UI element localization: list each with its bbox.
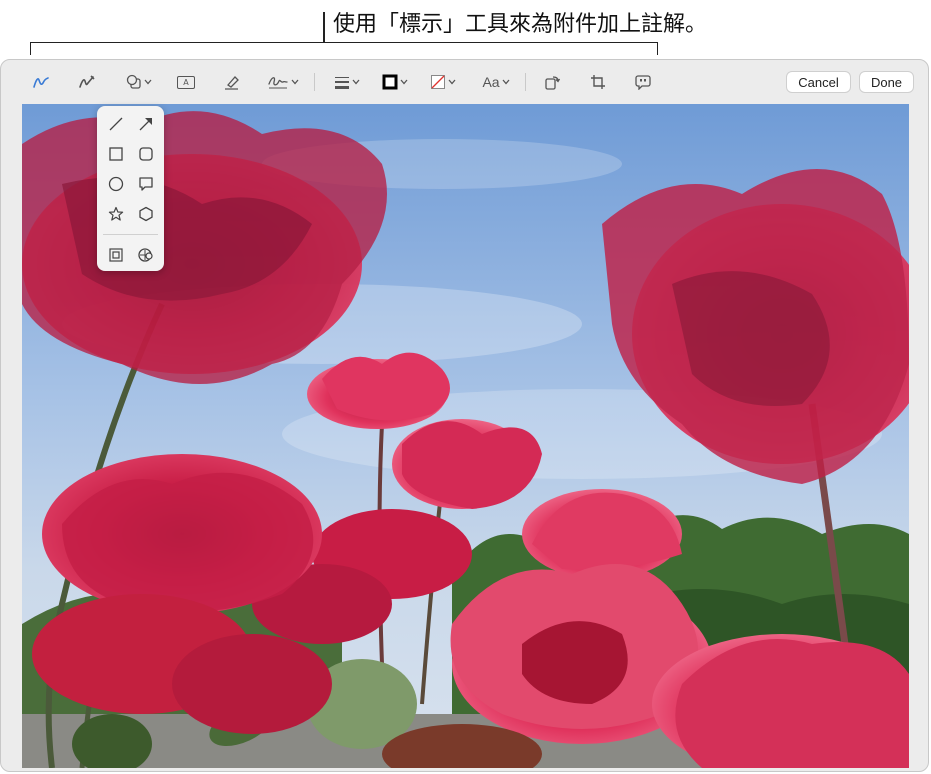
shape-style-button[interactable] [331,70,363,94]
signature-tool-button[interactable] [264,70,302,94]
sketch-icon [33,77,49,88]
line-icon [109,117,123,131]
shapes-tool-button[interactable] [121,70,157,94]
done-button[interactable]: Done [859,71,914,93]
arrow-icon [139,118,152,131]
loupe-icon [138,248,153,262]
crop-icon [591,75,605,89]
highlighter-icon [225,76,239,90]
callout-bracket [30,42,658,55]
toolbar-separator [314,73,315,91]
draw-icon [79,75,95,88]
line-shape-button[interactable] [104,112,128,136]
rotate-button[interactable] [540,70,564,94]
callout-leader-line [323,12,325,42]
signature-icon [268,77,288,89]
speech-bubble-icon [635,75,651,90]
chevron-down-icon [448,79,456,85]
text-style-label: Aa [482,74,500,90]
popover-divider [103,234,158,235]
loupe-shape-button[interactable] [134,243,158,267]
text-box-icon: A [177,75,195,89]
highlight-shape-button[interactable] [104,243,128,267]
cancel-button[interactable]: Cancel [786,71,851,93]
chevron-down-icon [502,79,510,85]
chevron-down-icon [400,79,408,85]
rotate-icon [545,76,560,90]
fill-color-button[interactable] [426,70,460,94]
hexagon-shape-button[interactable] [134,202,158,226]
shapes-popover [97,106,164,271]
crop-button[interactable] [586,70,610,94]
circle-shape-button[interactable] [104,172,128,196]
callout-label: 使用「標示」工具來為附件加上註解。 [333,12,708,37]
rounded-rectangle-shape-button[interactable] [134,142,158,166]
star-icon [108,206,124,221]
highlight-icon [109,248,123,262]
border-color-button[interactable] [378,70,412,94]
hexagon-icon [139,206,153,222]
square-shape-button[interactable] [104,142,128,166]
chevron-down-icon [144,79,152,85]
text-box-tool-button[interactable]: A [174,70,198,94]
star-shape-button[interactable] [104,202,128,226]
rounded-rectangle-icon [139,147,153,161]
arrow-shape-button[interactable] [134,112,158,136]
markup-toolbar: A Aa Cancel Done [1,60,928,104]
chevron-down-icon [291,79,299,85]
square-icon [109,147,123,161]
shapes-icon [126,74,141,89]
description-button[interactable] [631,70,655,94]
speech-bubble-shape-button[interactable] [134,172,158,196]
line-weight-icon [335,77,349,89]
draw-tool-button[interactable] [75,70,99,94]
highlight-tool-button[interactable] [220,70,244,94]
circle-icon [108,176,124,192]
fill-color-icon [431,75,445,89]
text-box-glyph: A [183,77,189,87]
toolbar-separator [525,73,526,91]
border-color-icon [382,74,398,90]
sketch-tool-button[interactable] [29,70,53,94]
chevron-down-icon [352,79,360,85]
text-style-button[interactable]: Aa [478,70,514,94]
speech-bubble-icon [139,177,153,191]
